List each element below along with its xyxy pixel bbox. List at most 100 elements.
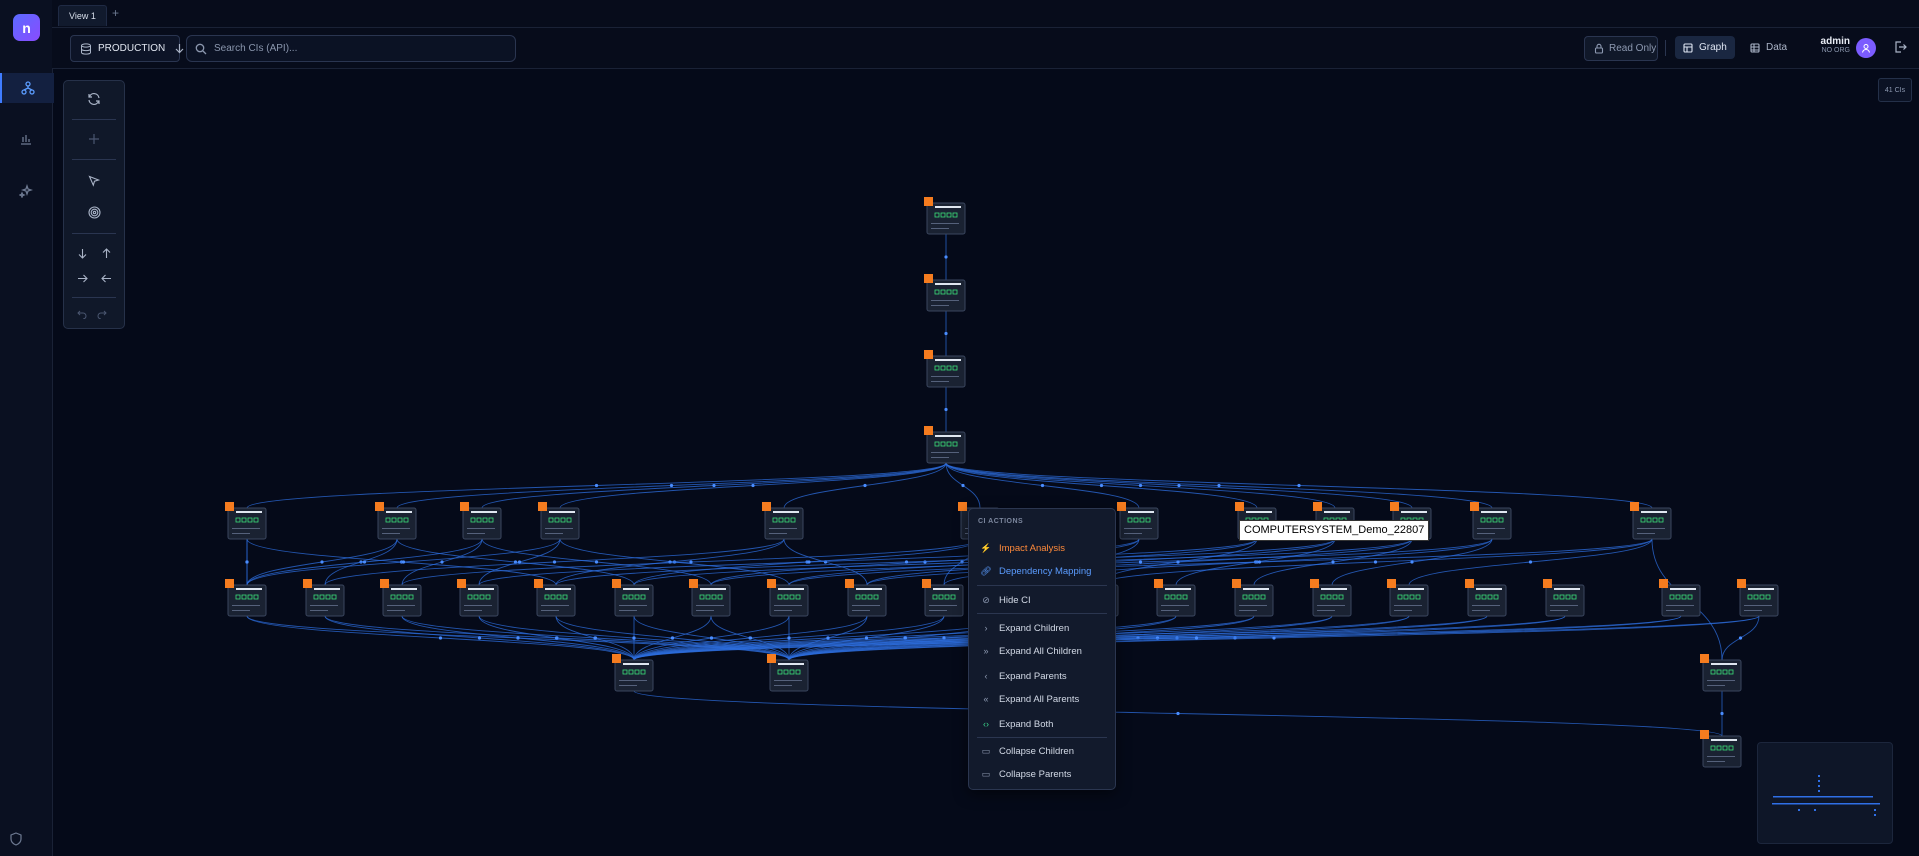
avatar[interactable] [1856, 38, 1876, 58]
ci-node[interactable] [924, 274, 966, 312]
ci-node[interactable] [1700, 730, 1742, 768]
ci-node[interactable] [689, 579, 731, 617]
graph-view-button[interactable]: Graph [1675, 36, 1735, 59]
ci-node[interactable] [612, 579, 654, 617]
ci-node[interactable] [924, 350, 966, 388]
menu-divider [977, 737, 1107, 738]
edge-marker [1176, 711, 1180, 716]
ci-node[interactable] [1387, 579, 1429, 617]
ci-node[interactable] [1630, 502, 1672, 540]
ci-node[interactable] [303, 579, 345, 617]
target-icon[interactable] [84, 202, 104, 222]
refresh-icon[interactable] [84, 89, 104, 109]
ci-type-icon [924, 350, 933, 359]
arrow-right-icon[interactable] [72, 268, 92, 288]
ci-search-box[interactable] [186, 35, 516, 62]
menu-item-expand-both[interactable]: ‹› Expand Both [969, 714, 1115, 734]
ci-node[interactable] [924, 426, 966, 464]
tab-view-1[interactable]: View 1 [58, 5, 107, 26]
ci-type-icon [225, 502, 234, 511]
minimap-view [1772, 775, 1880, 816]
ci-tooltip: COMPUTERSYSTEM_Demo_22807 [1239, 520, 1430, 541]
ci-node[interactable] [845, 579, 887, 617]
ci-node[interactable] [1737, 579, 1779, 617]
graph-nav-icon[interactable] [0, 73, 54, 103]
data-view-button[interactable]: Data [1742, 36, 1792, 59]
ci-type-icon [1543, 579, 1552, 588]
ci-type-icon [225, 579, 234, 588]
edge-marker [440, 560, 444, 564]
app-logo[interactable]: n [13, 14, 40, 41]
ci-node[interactable] [1700, 654, 1742, 692]
environment-selector[interactable]: PRODUCTION [70, 35, 184, 62]
menu-item-impact-analysis[interactable]: ⚡ Impact Analysis [969, 538, 1115, 558]
ci-type-icon [767, 579, 776, 588]
read-only-button[interactable]: Read Only [1584, 36, 1658, 61]
edge-marker [944, 331, 948, 336]
edge-marker [594, 483, 599, 488]
ci-node[interactable] [1470, 502, 1512, 540]
menu-item-hide-ci[interactable]: ⊘ Hide CI [969, 590, 1115, 610]
menu-item-expand-all-parents[interactable]: « Expand All Parents [969, 689, 1115, 709]
arrow-down-icon[interactable] [72, 243, 92, 263]
menu-item-dependency-mapping[interactable]: 🔗︎ Dependency Mapping [969, 561, 1115, 581]
search-input[interactable] [212, 42, 506, 55]
ci-node[interactable] [457, 579, 499, 617]
eye-off-icon: ⊘ [982, 594, 990, 605]
ci-node[interactable] [375, 502, 417, 540]
pointer-icon[interactable] [84, 171, 104, 191]
menu-item-label: Expand All Parents [999, 693, 1080, 705]
edge-marker [748, 636, 753, 640]
menu-item-expand-all-children[interactable]: » Expand All Children [969, 641, 1115, 661]
ci-type-icon [538, 502, 547, 511]
ci-node[interactable] [612, 654, 654, 692]
ci-node[interactable] [1117, 502, 1159, 540]
menu-item-expand-parents[interactable]: ‹ Expand Parents [969, 666, 1115, 686]
menu-item-expand-children[interactable]: › Expand Children [969, 618, 1115, 638]
menu-item-label: Dependency Mapping [999, 565, 1092, 577]
top-bar: PRODUCTION Read Only Graph Data admin NO… [52, 28, 1919, 69]
ci-node[interactable] [538, 502, 580, 540]
ci-node[interactable] [380, 579, 422, 617]
chevron-right-icon: › [984, 623, 988, 633]
edge-marker [552, 560, 557, 564]
folder-icon: ▭ [981, 745, 991, 756]
shield-icon[interactable] [9, 832, 23, 846]
arrow-left-icon[interactable] [96, 268, 116, 288]
edge-marker [477, 636, 482, 640]
ci-node[interactable] [767, 654, 809, 692]
edge-marker [438, 636, 443, 640]
arrow-up-icon[interactable] [96, 243, 116, 263]
logout-icon[interactable] [1893, 40, 1907, 59]
ci-node[interactable] [1232, 579, 1274, 617]
ci-node[interactable] [922, 579, 964, 617]
edge-marker [1331, 560, 1335, 564]
toolbar-divider [72, 119, 116, 120]
ci-node[interactable] [762, 502, 804, 540]
menu-item-collapse-parents[interactable]: ▭ Collapse Parents [969, 764, 1115, 784]
sparkle-nav-icon[interactable] [0, 176, 52, 206]
ci-node[interactable] [225, 579, 267, 617]
ci-type-icon [1387, 579, 1396, 588]
edge-marker [1177, 483, 1181, 488]
menu-header: CI ACTIONS [978, 518, 1024, 525]
ci-node[interactable] [1659, 579, 1701, 617]
ci-node[interactable] [1543, 579, 1585, 617]
edge-marker [554, 636, 559, 640]
ci-type-icon [1390, 502, 1399, 511]
ci-node[interactable] [534, 579, 576, 617]
analytics-nav-icon[interactable] [0, 124, 52, 154]
ci-node[interactable] [1310, 579, 1352, 617]
ci-node[interactable] [1154, 579, 1196, 617]
add-tab-button[interactable]: + [112, 6, 119, 20]
ci-node[interactable] [460, 502, 502, 540]
ci-node[interactable] [1465, 579, 1507, 617]
menu-item-collapse-children[interactable]: ▭ Collapse Children [969, 741, 1115, 761]
ci-node[interactable] [225, 502, 267, 540]
left-sidebar: n [0, 0, 54, 856]
edge-marker [1373, 560, 1378, 564]
ci-node[interactable] [767, 579, 809, 617]
minimap[interactable] [1757, 742, 1893, 844]
bolt-icon: ⚡ [980, 542, 992, 553]
ci-node[interactable] [924, 197, 966, 235]
